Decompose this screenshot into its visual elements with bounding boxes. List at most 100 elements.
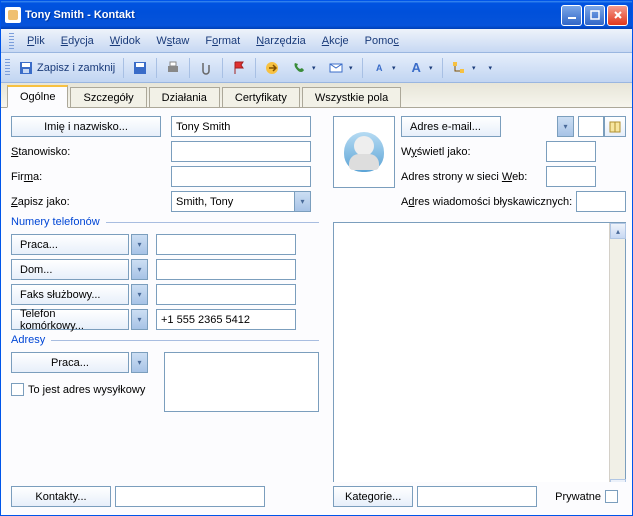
full-name-input[interactable]: Tony Smith [171,116,311,137]
email-input[interactable] [578,116,604,137]
phone-fax-input[interactable] [156,284,296,305]
window-controls [561,5,628,26]
phone-mobile-dropdown[interactable]: ▾ [131,309,148,330]
display-as-input[interactable] [546,141,596,162]
scroll-up-button[interactable]: ▴ [610,223,626,239]
phone-work-input[interactable] [156,234,296,255]
titlebar: Tony Smith - Kontakt [1,1,632,29]
window-title: Tony Smith - Kontakt [25,9,561,21]
private-label: Prywatne [555,491,601,503]
address-book-button[interactable] [604,116,626,137]
categories-input[interactable] [417,486,537,507]
toolbar-grip-icon [5,59,10,77]
menubar: Plik Edycja Widok Wstaw Format Narzędzia… [1,29,632,53]
job-title-label: Stanowisko: [11,146,171,158]
categories-button[interactable]: Kategorie... [333,486,413,507]
full-name-button[interactable]: Imię i nazwisko... [11,116,161,137]
font-small-icon: A [371,60,387,76]
disk-icon [132,60,148,76]
tab-content-general: Imię i nazwisko... Tony Smith Stanowisko… [1,107,632,482]
display-as-label: Wyświetl jako: [401,146,546,158]
scrollbar[interactable]: ▴ ▾ [609,223,625,482]
footer: Kontakty... Kategorie... Prywatne [1,482,632,515]
email-button[interactable]: Adres e-mail... [401,116,501,137]
menu-format[interactable]: Format [198,32,247,50]
addresses-section-label: Adresy [11,334,319,346]
menu-view[interactable]: Widok [103,32,148,50]
book-icon [608,120,622,134]
phone-home-input[interactable] [156,259,296,280]
menu-edit[interactable]: Edycja [54,32,101,50]
avatar-icon [344,132,384,172]
web-input[interactable] [546,166,596,187]
maximize-button[interactable] [584,5,605,26]
envelope-icon [328,60,344,76]
flag-button[interactable] [226,57,252,79]
menu-tools[interactable]: Narzędzia [249,32,313,50]
phone-fax-dropdown[interactable]: ▾ [131,284,148,305]
font-large-button[interactable]: A▾ [403,57,439,79]
im-input[interactable] [576,191,626,212]
close-button[interactable] [607,5,628,26]
tab-details[interactable]: Szczegóły [70,87,146,108]
tab-allfields[interactable]: Wszystkie pola [302,87,401,108]
followup-button[interactable] [259,57,285,79]
contacts-button[interactable]: Kontakty... [11,486,111,507]
toolbar: Zapisz i zamknij ▾ ▾ A▾ A▾ ▾ ▾ [1,53,632,83]
save-close-button[interactable]: Zapisz i zamknij [13,57,120,79]
contacts-input[interactable] [115,486,265,507]
flag-icon [231,60,247,76]
save-button[interactable] [127,57,153,79]
phone-mobile-input[interactable]: +1 555 2365 5412 [156,309,296,330]
autodialer-button[interactable]: ▾ [286,57,322,79]
file-as-label: Zapisz jako: [11,196,171,208]
mailing-address-checkbox[interactable] [11,383,24,396]
private-checkbox[interactable] [605,490,618,503]
menu-help[interactable]: Pomoc [358,32,406,50]
tab-general[interactable]: Ogólne [7,85,68,108]
company-input[interactable] [171,166,311,187]
attach-button[interactable] [193,57,219,79]
phone-icon [291,60,307,76]
contact-photo[interactable] [333,116,395,188]
printer-icon [165,60,181,76]
font-small-button[interactable]: A▾ [366,57,402,79]
file-as-dropdown[interactable]: ▾ [294,191,311,212]
phone-home-button[interactable]: Dom... [11,259,129,280]
email-dropdown[interactable]: ▾ [557,116,574,137]
new-mail-button[interactable]: ▾ [323,57,359,79]
paperclip-icon [198,60,214,76]
contact-window: Tony Smith - Kontakt Plik Edycja Widok W… [0,0,633,516]
toolbar-overflow[interactable]: ▾ [483,64,497,72]
scroll-down-button[interactable]: ▾ [610,479,626,482]
phone-home-dropdown[interactable]: ▾ [131,259,148,280]
job-title-input[interactable] [171,141,311,162]
mailing-address-label: To jest adres wysyłkowy [28,384,145,396]
address-work-dropdown[interactable]: ▾ [131,352,148,373]
web-label: Adres strony w sieci Web: [401,171,546,183]
menu-file[interactable]: Plik [20,32,52,50]
save-icon [18,60,34,76]
arrow-icon [264,60,280,76]
tab-certificates[interactable]: Certyfikaty [222,87,300,108]
address-work-button[interactable]: Praca... [11,352,129,373]
phone-work-dropdown[interactable]: ▾ [131,234,148,255]
phone-fax-button[interactable]: Faks służbowy... [11,284,129,305]
menu-insert[interactable]: Wstaw [149,32,196,50]
tree-icon [451,60,467,76]
font-large-icon: A [408,60,424,76]
tab-activities[interactable]: Działania [149,87,220,108]
minimize-button[interactable] [561,5,582,26]
phone-work-button[interactable]: Praca... [11,234,129,255]
tree-button[interactable]: ▾ [446,57,482,79]
address-textarea[interactable] [164,352,319,412]
notes-textarea[interactable]: ▴ ▾ [333,222,626,482]
print-button[interactable] [160,57,186,79]
menu-actions[interactable]: Akcje [315,32,356,50]
app-icon [5,7,21,23]
phone-mobile-button[interactable]: Telefon komórkowy... [11,309,129,330]
file-as-input[interactable]: Smith, Tony [171,191,294,212]
tab-strip: Ogólne Szczegóły Działania Certyfikaty W… [1,83,632,108]
im-label: Adres wiadomości błyskawicznych: [401,196,576,208]
company-label: Firma: [11,171,171,183]
